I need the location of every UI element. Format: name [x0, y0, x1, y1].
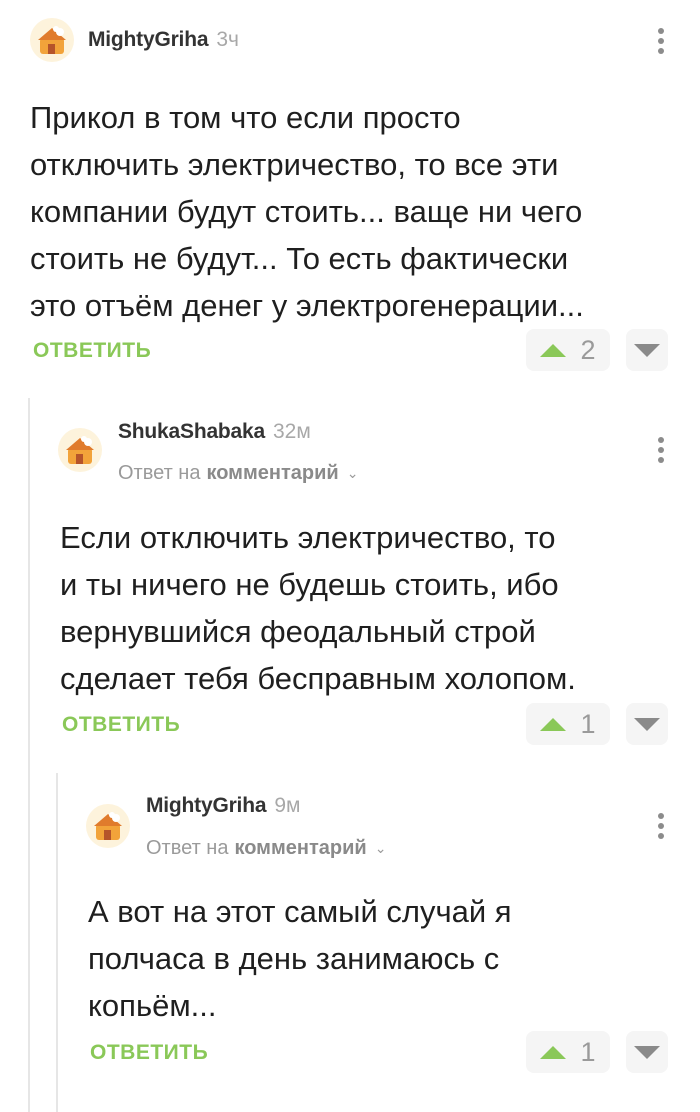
downvote-arrow-icon	[634, 1045, 660, 1059]
vote-count: 1	[580, 1036, 596, 1067]
reply-button[interactable]: ОТВЕТИТЬ	[62, 713, 180, 737]
text-line: стоить не будут... То есть фактически	[30, 241, 569, 276]
downvote-button[interactable]	[626, 329, 668, 371]
text-line: это отъём денег у электрогенерации...	[30, 288, 584, 323]
more-vertical-icon[interactable]	[657, 813, 665, 839]
reply-to-target: комментарий	[206, 462, 339, 484]
upvote-button[interactable]: 1	[526, 1031, 610, 1073]
avatar-house-icon	[38, 26, 66, 54]
text-line: А вот на этот самый случай я	[88, 894, 512, 929]
text-line: копьём...	[88, 988, 217, 1023]
avatar[interactable]	[86, 804, 130, 848]
text-line: и ты ничего не будешь стоить, ибо	[60, 567, 559, 602]
text-line: Прикол в том что если просто	[30, 100, 461, 135]
comment-header	[86, 788, 130, 848]
reply-to-prefix: Ответ на	[118, 462, 201, 484]
comment-text: Прикол в том что если просто отключить э…	[30, 94, 584, 329]
text-line: вернувшийся феодальный строй	[60, 614, 536, 649]
vote-count: 2	[580, 334, 596, 365]
comment-author-row: MightyGriha 9м	[132, 794, 300, 818]
chevron-down-icon: ⌄	[374, 840, 387, 856]
comment-time: 9м	[274, 794, 301, 817]
text-line: компании будут стоить... ваще ни чего	[30, 194, 583, 229]
author-name[interactable]: MightyGriha	[88, 28, 209, 52]
avatar[interactable]	[30, 18, 74, 62]
reply-button[interactable]: ОТВЕТИТЬ	[90, 1041, 208, 1065]
upvote-arrow-icon	[540, 343, 567, 357]
reply-to-target: комментарий	[234, 837, 367, 859]
author-name[interactable]: ShukaShabaka	[118, 420, 265, 444]
chevron-down-icon: ⌄	[346, 465, 359, 481]
reply-to-link[interactable]: Ответ на комментарий ⌄	[118, 462, 358, 485]
reply-button[interactable]: ОТВЕТИТЬ	[33, 339, 151, 363]
upvote-button[interactable]: 1	[526, 703, 610, 745]
comment-author-row: ShukaShabaka 32м	[104, 420, 311, 444]
upvote-button[interactable]: 2	[526, 329, 610, 371]
text-line: полчаса в день занимаюсь с	[88, 941, 500, 976]
comment-header: MightyGriha 3ч	[30, 18, 239, 62]
avatar-house-icon	[94, 812, 122, 840]
comment-text: Если отключить электричество, то и ты ни…	[60, 514, 576, 702]
upvote-arrow-icon	[540, 1045, 567, 1059]
reply-to-link[interactable]: Ответ на комментарий ⌄	[146, 837, 386, 860]
text-line: Если отключить электричество, то	[60, 520, 556, 555]
reply-to-prefix: Ответ на	[146, 837, 229, 859]
thread-line-level-1	[28, 398, 30, 1112]
avatar[interactable]	[58, 428, 102, 472]
downvote-arrow-icon	[634, 343, 660, 357]
comment-text: А вот на этот самый случай я полчаса в д…	[88, 888, 512, 1029]
text-line: сделает тебя бесправным холопом.	[60, 661, 576, 696]
upvote-arrow-icon	[540, 717, 567, 731]
downvote-button[interactable]	[626, 1031, 668, 1073]
more-vertical-icon[interactable]	[657, 437, 665, 463]
more-vertical-icon[interactable]	[657, 28, 665, 54]
comment-time: 3ч	[216, 28, 239, 51]
text-line: отключить электричество, то все эти	[30, 147, 559, 182]
author-name[interactable]: MightyGriha	[146, 794, 267, 818]
downvote-arrow-icon	[634, 717, 660, 731]
comment-header	[58, 412, 102, 472]
vote-count: 1	[580, 708, 596, 739]
thread-line-level-2	[56, 773, 58, 1112]
comment-time: 32м	[273, 420, 311, 443]
downvote-button[interactable]	[626, 703, 668, 745]
avatar-house-icon	[66, 436, 94, 464]
